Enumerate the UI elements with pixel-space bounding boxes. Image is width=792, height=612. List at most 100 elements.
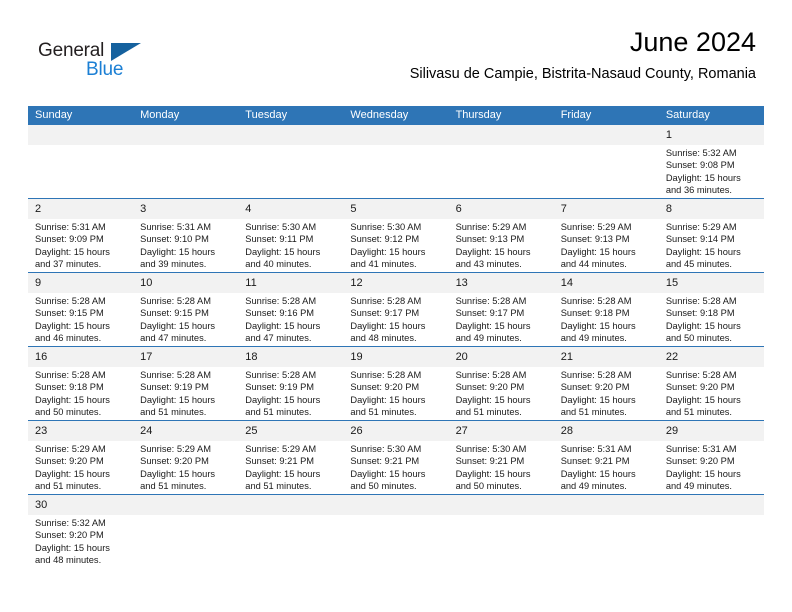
sunset-text: Sunset: 9:12 PM — [350, 234, 420, 245]
sunset-text: Sunset: 9:21 PM — [245, 456, 315, 467]
sunrise-text: Sunrise: 5:28 AM — [245, 370, 317, 380]
day-cell-empty — [449, 515, 554, 568]
day-cell[interactable]: Sunrise: 5:28 AM Sunset: 9:17 PM Daylight:… — [449, 293, 554, 346]
day-number[interactable]: 4 — [238, 199, 343, 219]
day-number[interactable]: 2 — [28, 199, 133, 219]
day-number[interactable]: 30 — [28, 495, 133, 515]
day-cell[interactable]: Sunrise: 5:32 AM Sunset: 9:08 PM Daylight:… — [659, 145, 764, 198]
daylight-text: Daylight: 15 hours — [665, 246, 741, 257]
day-cell[interactable]: Sunrise: 5:28 AM Sunset: 9:18 PM Daylight:… — [554, 293, 659, 346]
day-cell[interactable]: Sunrise: 5:31 AM Sunset: 9:09 PM Daylight:… — [28, 219, 133, 272]
day-number[interactable]: 25 — [238, 421, 343, 441]
daylight-text: Daylight: 15 hours — [350, 320, 426, 331]
day-number[interactable]: 6 — [449, 199, 554, 219]
day-number[interactable]: 17 — [133, 347, 238, 367]
day-of-week-header-wednesday: Wednesday — [350, 109, 409, 121]
daylight-text: and 49 minutes. — [455, 333, 522, 344]
day-number[interactable]: 5 — [343, 199, 448, 219]
calendar-week-row: 23 24 25 26 27 28 29 Sunrise: 5:29 AM Sunset: 9:… — [28, 420, 764, 494]
day-cell[interactable]: Sunrise: 5:28 AM Sunset: 9:19 PM Daylight:… — [133, 367, 238, 420]
week-detail-band: Sunrise: 5:32 AM Sunset: 9:20 PM Daylight:… — [28, 515, 764, 568]
day-cell[interactable]: Sunrise: 5:28 AM Sunset: 9:20 PM Daylight:… — [343, 367, 448, 420]
day-number[interactable]: 27 — [449, 421, 554, 441]
day-cell[interactable]: Sunrise: 5:29 AM Sunset: 9:20 PM Daylight:… — [133, 441, 238, 494]
day-cell[interactable]: Sunrise: 5:31 AM Sunset: 9:20 PM Daylight:… — [659, 441, 764, 494]
day-cell[interactable]: Sunrise: 5:28 AM Sunset: 9:17 PM Daylight:… — [343, 293, 448, 346]
sunrise-text: Sunrise: 5:30 AM — [455, 444, 527, 454]
day-cell-empty — [238, 145, 343, 198]
day-cell[interactable]: Sunrise: 5:31 AM Sunset: 9:21 PM Daylight:… — [554, 441, 659, 494]
day-number[interactable]: 19 — [343, 347, 448, 367]
day-cell[interactable]: Sunrise: 5:28 AM Sunset: 9:18 PM Daylight:… — [28, 367, 133, 420]
daylight-text: Daylight: 15 hours — [245, 468, 321, 479]
day-cell[interactable]: Sunrise: 5:28 AM Sunset: 9:16 PM Daylight:… — [238, 293, 343, 346]
day-cell[interactable]: Sunrise: 5:29 AM Sunset: 9:13 PM Daylight:… — [554, 219, 659, 272]
week-date-number-band: 9 10 11 12 13 14 15 — [28, 273, 764, 293]
day-number[interactable]: 28 — [554, 421, 659, 441]
day-cell[interactable]: Sunrise: 5:29 AM Sunset: 9:20 PM Daylight:… — [28, 441, 133, 494]
week-date-number-band: 2345678 — [28, 199, 764, 219]
day-number[interactable]: 24 — [133, 421, 238, 441]
sunset-text: Sunset: 9:18 PM — [35, 382, 104, 393]
sunrise-text: Sunrise: 5:30 AM — [245, 222, 317, 232]
day-number[interactable]: 1 — [659, 125, 764, 145]
day-number[interactable]: 13 — [449, 273, 554, 293]
day-number[interactable]: 16 — [28, 347, 133, 367]
day-number[interactable]: 10 — [133, 273, 238, 293]
daylight-text: and 49 minutes. — [665, 481, 732, 492]
day-number[interactable]: 7 — [554, 199, 659, 219]
sunrise-text: Sunrise: 5:31 AM — [665, 444, 737, 454]
day-cell[interactable]: Sunrise: 5:30 AM Sunset: 9:21 PM Daylight:… — [449, 441, 554, 494]
day-number[interactable]: 23 — [28, 421, 133, 441]
sunset-text: Sunset: 9:18 PM — [665, 308, 735, 319]
sunset-text: Sunset: 9:20 PM — [560, 382, 630, 393]
day-number[interactable]: 12 — [343, 273, 448, 293]
daylight-text: Daylight: 15 hours — [140, 468, 216, 479]
week-date-number-band: 23 24 25 26 27 28 29 — [28, 421, 764, 441]
day-number[interactable]: 11 — [238, 273, 343, 293]
day-cell[interactable]: Sunrise: 5:32 AM Sunset: 9:20 PM Daylight:… — [28, 515, 133, 568]
sunrise-text: Sunrise: 5:28 AM — [350, 370, 422, 380]
day-cell[interactable]: Sunrise: 5:29 AM Sunset: 9:13 PM Daylight:… — [449, 219, 554, 272]
week-detail-band: Sunrise: 5:32 AM Sunset: 9:08 PM Daylight:… — [28, 145, 764, 198]
day-cell[interactable]: Sunrise: 5:30 AM Sunset: 9:21 PM Daylight:… — [343, 441, 448, 494]
day-cell[interactable]: Sunrise: 5:28 AM Sunset: 9:20 PM Daylight:… — [659, 367, 764, 420]
day-cell[interactable]: Sunrise: 5:29 AM Sunset: 9:14 PM Daylight:… — [659, 219, 764, 272]
day-number[interactable]: 29 — [659, 421, 764, 441]
day-cell[interactable]: Sunrise: 5:28 AM Sunset: 9:20 PM Daylight:… — [554, 367, 659, 420]
daylight-text: and 51 minutes. — [140, 407, 207, 418]
week-detail-band: Sunrise: 5:31 AM Sunset: 9:09 PM Daylight:… — [28, 219, 764, 272]
day-cell[interactable]: Sunrise: 5:31 AM Sunset: 9:10 PM Daylight:… — [133, 219, 238, 272]
day-cell[interactable]: Sunrise: 5:28 AM Sunset: 9:15 PM Daylight:… — [28, 293, 133, 346]
day-number[interactable]: 26 — [343, 421, 448, 441]
day-number[interactable]: 3 — [133, 199, 238, 219]
day-number[interactable]: 18 — [238, 347, 343, 367]
day-number[interactable]: 8 — [659, 199, 764, 219]
day-cell-empty — [449, 145, 554, 198]
day-number[interactable]: 14 — [554, 273, 659, 293]
day-cell[interactable]: Sunrise: 5:28 AM Sunset: 9:19 PM Daylight:… — [238, 367, 343, 420]
day-of-week-header-monday: Monday — [140, 109, 180, 121]
day-number[interactable]: 15 — [659, 273, 764, 293]
calendar-page: General Blue June 2024 Silivasu de Campi… — [0, 0, 792, 612]
day-cell-empty — [238, 515, 343, 568]
sunset-text: Sunset: 9:15 PM — [140, 308, 209, 319]
day-number[interactable]: 22 — [659, 347, 764, 367]
sunset-text: Sunset: 9:11 PM — [245, 234, 314, 245]
day-cell[interactable]: Sunrise: 5:30 AM Sunset: 9:11 PM Daylight:… — [238, 219, 343, 272]
daylight-text: and 48 minutes. — [35, 555, 102, 566]
day-number[interactable]: 9 — [28, 273, 133, 293]
daylight-text: and 37 minutes. — [35, 259, 102, 270]
daylight-text: Daylight: 15 hours — [455, 468, 531, 479]
daylight-text: Daylight: 15 hours — [560, 468, 636, 479]
day-number[interactable]: 20 — [449, 347, 554, 367]
day-cell[interactable]: Sunrise: 5:29 AM Sunset: 9:21 PM Daylight:… — [238, 441, 343, 494]
sunset-text: Sunset: 9:21 PM — [455, 456, 525, 467]
day-cell[interactable]: Sunrise: 5:28 AM Sunset: 9:20 PM Daylight:… — [449, 367, 554, 420]
day-cell[interactable]: Sunrise: 5:28 AM Sunset: 9:15 PM Daylight:… — [133, 293, 238, 346]
day-cell[interactable]: Sunrise: 5:30 AM Sunset: 9:12 PM Daylight:… — [343, 219, 448, 272]
day-number[interactable]: 21 — [554, 347, 659, 367]
sunrise-text: Sunrise: 5:28 AM — [455, 370, 527, 380]
day-cell[interactable]: Sunrise: 5:28 AM Sunset: 9:18 PM Daylight:… — [659, 293, 764, 346]
location-subtitle: Silivasu de Campie, Bistrita-Nasaud Coun… — [409, 66, 756, 82]
